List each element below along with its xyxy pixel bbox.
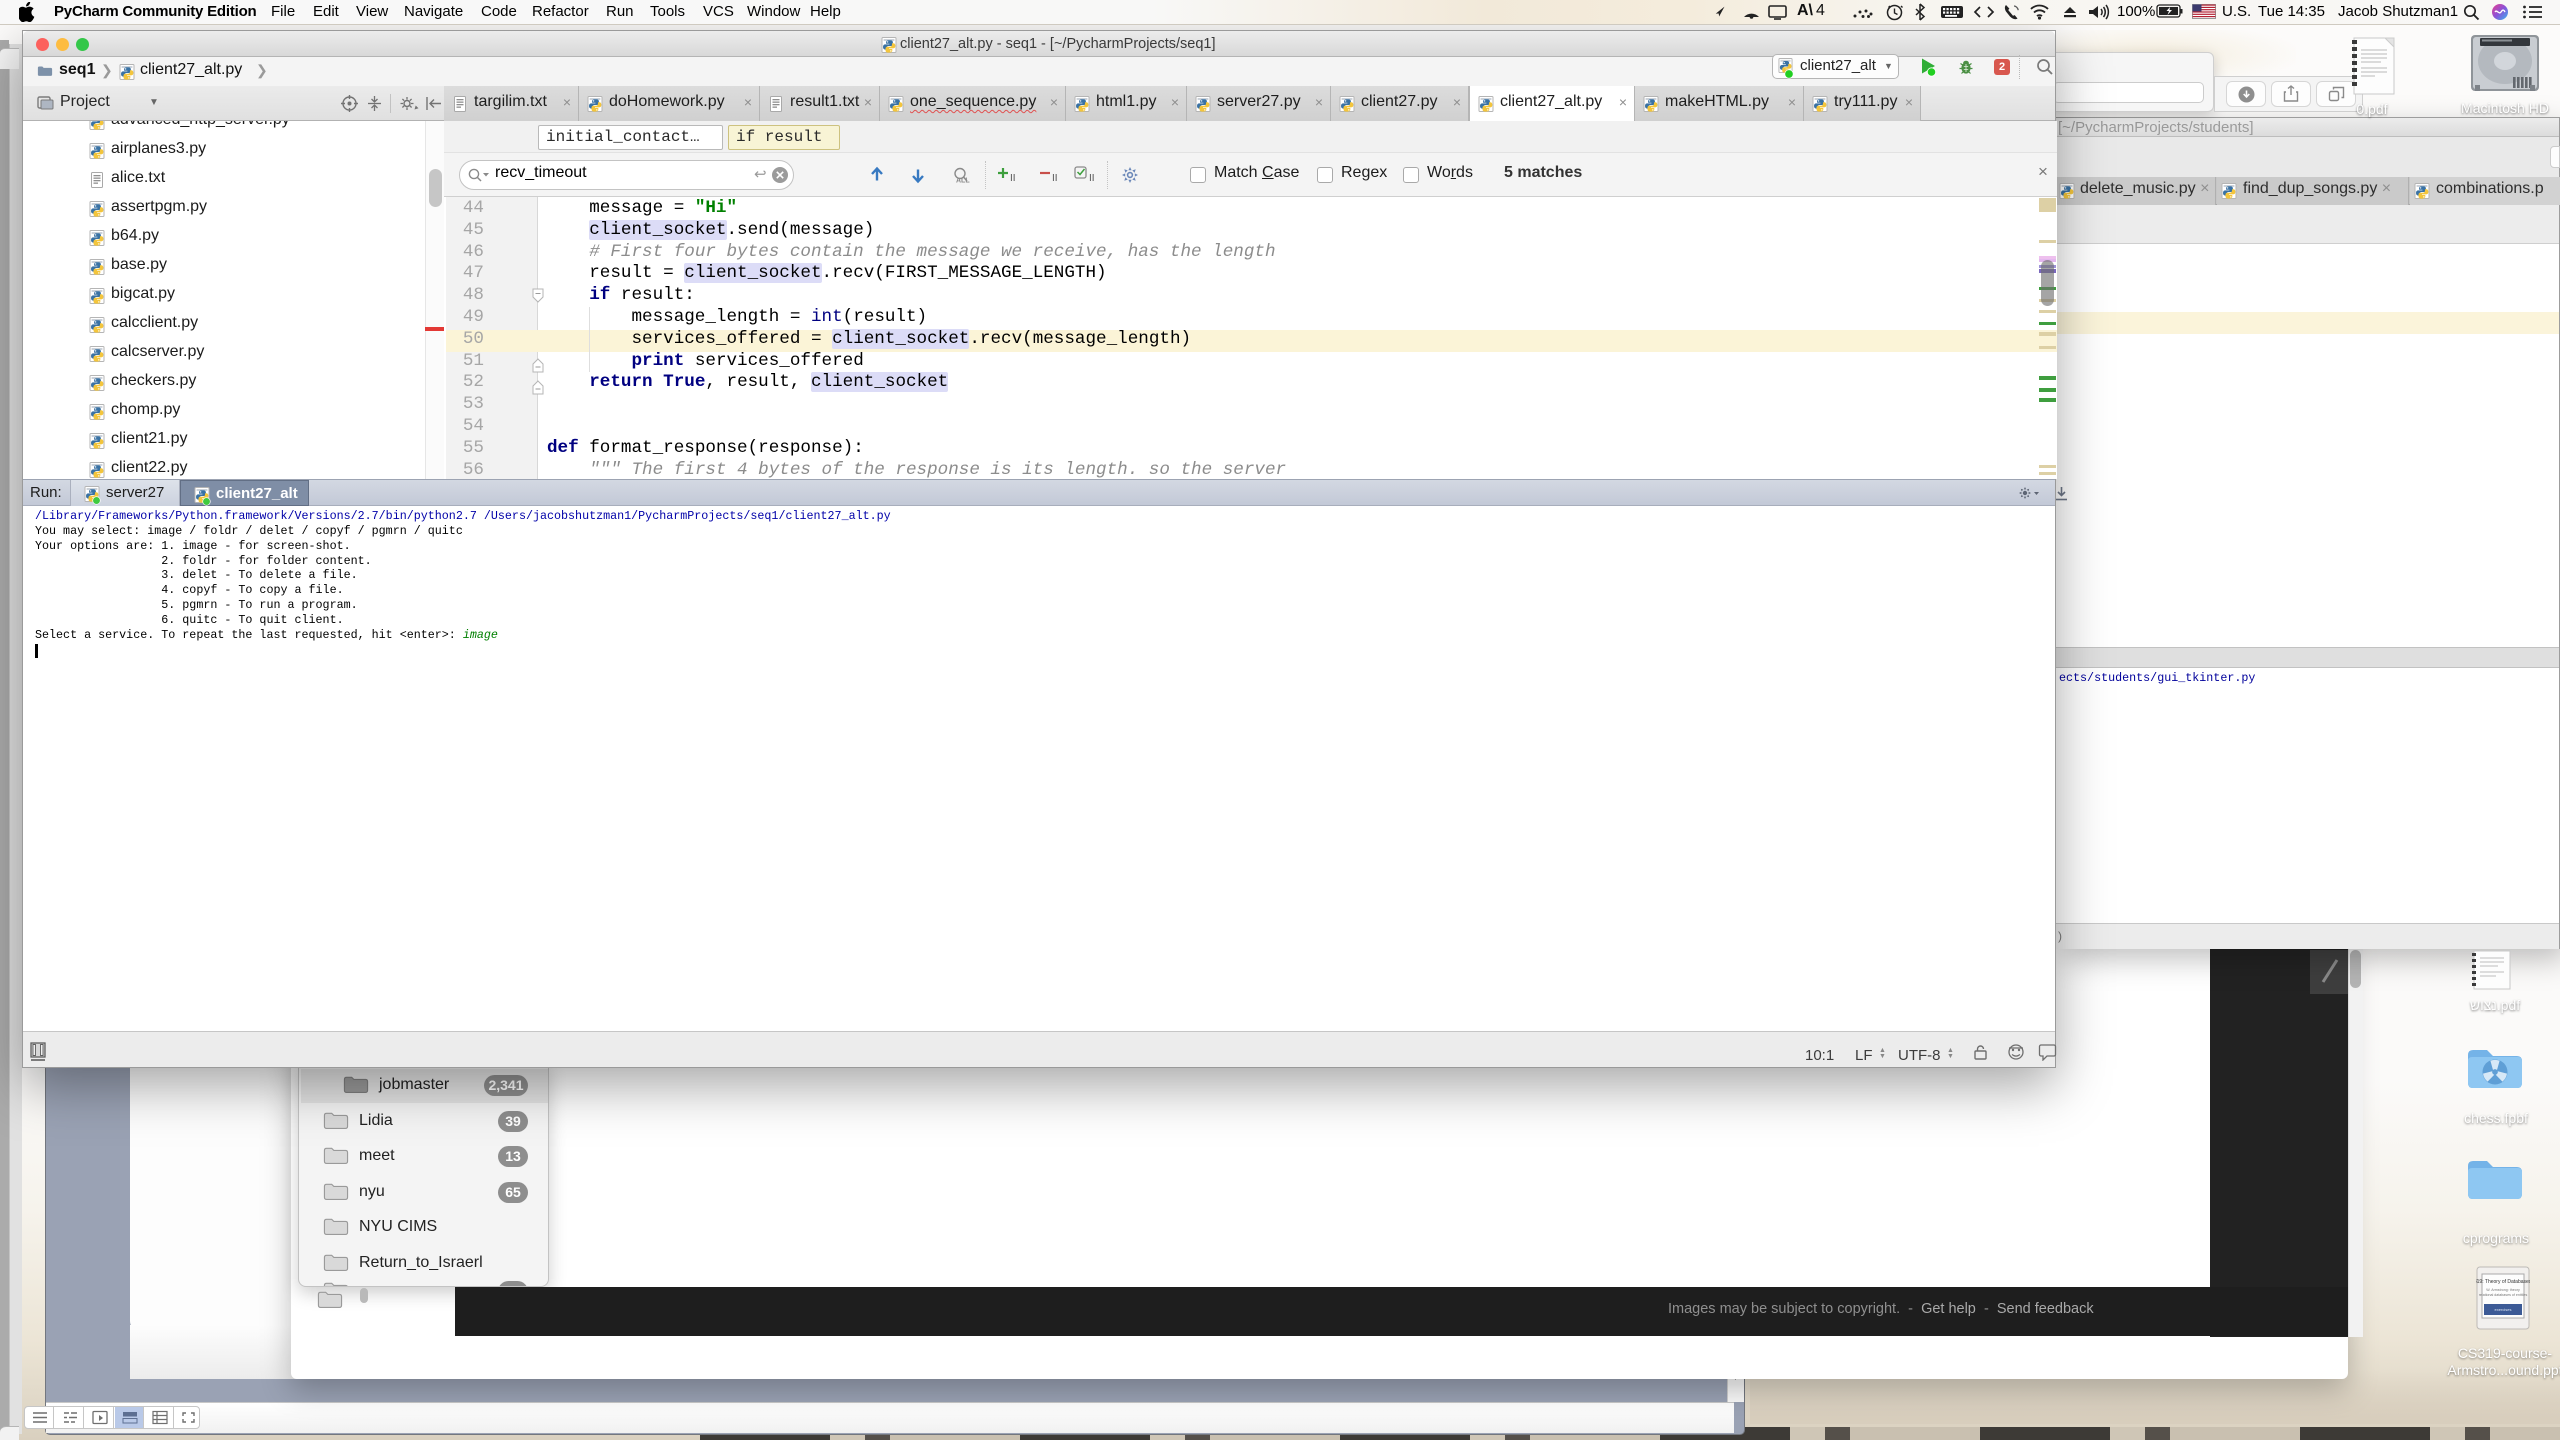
svg-text:II: II xyxy=(1010,173,1016,184)
svg-text:ALL: ALL xyxy=(956,178,970,185)
svg-text:II: II xyxy=(1052,173,1058,184)
svg-text:II: II xyxy=(1089,173,1095,184)
svg-text:W. Armstrong: theory: W. Armstrong: theory xyxy=(2486,1288,2520,1292)
svg-text:relational databases of entiti: relational databases of entities xyxy=(2479,1293,2528,1297)
svg-text:exercises: exercises xyxy=(2495,1307,2512,1312)
svg-text:CS 319: Theory of Databases: C: CS 319: Theory of Databases: C3 xyxy=(2476,1279,2530,1285)
